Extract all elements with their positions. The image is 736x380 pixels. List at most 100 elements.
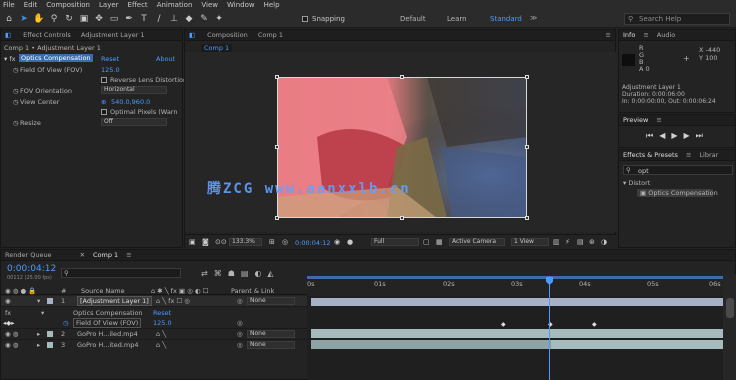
resolution-icon[interactable]: ◙ <box>202 238 209 246</box>
playhead-line[interactable] <box>549 276 550 380</box>
scrollbar-thumb[interactable] <box>726 298 734 318</box>
panel-menu-icon[interactable]: ≡ <box>602 31 615 39</box>
crosshair-icon[interactable]: ⊕ <box>101 98 106 106</box>
frame-blend-icon[interactable]: ▤ <box>241 269 255 278</box>
keyframe-nav-icon[interactable]: ◂◆▸ <box>3 319 15 327</box>
panel-menu-icon[interactable]: ≡ <box>122 251 135 259</box>
optimal-pixels-checkbox[interactable] <box>101 109 107 115</box>
puppet-tool-icon[interactable]: ✦ <box>213 13 225 25</box>
roi-icon[interactable]: ▢ <box>423 238 430 246</box>
grid-icon[interactable]: ⊞ <box>269 238 275 246</box>
resolution-dropdown[interactable]: Full <box>371 238 419 246</box>
edge-handle[interactable] <box>275 145 279 149</box>
corner-handle[interactable] <box>275 75 279 79</box>
info-tab[interactable]: Info <box>619 31 639 39</box>
timeline-timecode[interactable]: 0:00:04:12 <box>7 264 56 274</box>
parent-dropdown[interactable]: None <box>247 330 295 338</box>
shy-icon[interactable]: ☗ <box>228 269 241 278</box>
stopwatch-icon[interactable]: ◷ <box>13 119 19 127</box>
snapshot-icon[interactable]: ◉ <box>334 238 340 246</box>
param-view-center-value[interactable]: 540.0,960.0 <box>111 98 150 106</box>
close-icon[interactable]: ✕ <box>76 251 89 259</box>
comp-viewer[interactable]: 腾ZCG www.aanxxlb.cn <box>185 52 617 232</box>
video-track-2[interactable] <box>311 329 723 338</box>
comp1-timeline-tab[interactable]: Comp 1 <box>89 251 122 259</box>
lock-icon[interactable]: ◧ <box>185 31 199 39</box>
timeline-scrollbar[interactable] <box>723 274 736 380</box>
always-preview-icon[interactable]: ▣ <box>189 238 196 246</box>
roto-tool-icon[interactable]: ✎ <box>198 13 210 25</box>
play-icon[interactable]: ▶ <box>671 131 683 140</box>
preview-tab[interactable]: Preview <box>619 116 652 124</box>
clone-tool-icon[interactable]: ⊥ <box>168 13 180 25</box>
category-distort[interactable]: ▾ Distort <box>623 179 650 187</box>
parent-dropdown[interactable]: None <box>247 297 295 305</box>
video-track-3-tail[interactable] <box>551 340 723 349</box>
about-link[interactable]: About <box>156 55 175 63</box>
3d-glasses-icon[interactable]: ⊙⊙ <box>215 238 227 246</box>
menu-animation[interactable]: Animation <box>157 1 193 9</box>
layer-name[interactable]: GoPro H...iled.mp4 <box>77 330 138 338</box>
pan-behind-tool-icon[interactable]: ✥ <box>93 13 105 25</box>
stopwatch-icon[interactable]: ◷ <box>13 98 19 106</box>
color-channel-icon[interactable]: ● <box>347 238 353 246</box>
selection-tool-icon[interactable]: ➤ <box>18 13 30 25</box>
graph-editor-icon[interactable]: ◭ <box>267 269 279 278</box>
render-queue-tab[interactable]: Render Queue <box>1 251 56 259</box>
keyframe[interactable]: ◆ <box>501 321 506 328</box>
audio-tab[interactable]: Audio <box>653 31 679 39</box>
edge-handle[interactable] <box>400 216 404 220</box>
time-ruler[interactable]: 0s 01s 02s 03s 04s 05s 06s <box>307 274 723 296</box>
keyframe[interactable]: ◆ <box>592 321 597 328</box>
draft-3d-icon[interactable]: ⌘ <box>214 269 228 278</box>
effect-row[interactable]: fx ▾ Optics Compensation Reset <box>1 308 307 318</box>
property-name[interactable]: Field Of View (FOV) <box>73 318 142 328</box>
zoom-tool-icon[interactable]: ⚲ <box>48 13 60 25</box>
layer-row[interactable]: ◉ ◍ ▸ 3 GoPro H...ited.mp4 ⌂ ╲ ◎ None <box>1 339 307 350</box>
effect-item-optics[interactable]: ▣ Optics Compensation <box>637 189 718 197</box>
mask-icon[interactable]: ◎ <box>282 238 288 246</box>
libraries-tab[interactable]: Librar <box>695 151 722 159</box>
help-search-input[interactable]: ⚲ Search Help <box>624 13 730 25</box>
camera-dropdown[interactable]: Active Camera <box>449 238 505 246</box>
expand-icon[interactable]: ▾ <box>37 297 40 305</box>
corner-handle[interactable] <box>275 216 279 220</box>
flowchart-icon[interactable]: ⊛ <box>589 238 595 246</box>
video-track-3[interactable] <box>311 340 551 349</box>
type-tool-icon[interactable]: T <box>138 13 150 25</box>
expand-icon[interactable]: ▸ <box>37 330 40 338</box>
effect-reset-link[interactable]: Reset <box>153 309 171 317</box>
eye-icon[interactable]: ◉ ◍ <box>5 341 18 349</box>
comp-inner-tab[interactable]: Comp 1 <box>201 44 233 52</box>
corner-handle[interactable] <box>525 75 529 79</box>
workspace-learn[interactable]: Learn <box>447 15 467 23</box>
work-area-bar[interactable] <box>307 276 723 279</box>
hand-tool-icon[interactable]: ✋ <box>33 13 45 25</box>
camera-tool-icon[interactable]: ▣ <box>78 13 90 25</box>
rect-tool-icon[interactable]: ▭ <box>108 13 120 25</box>
layer-row[interactable]: ◉ ▾ 1 [Adjustment Layer 1] ⌂ ╲ fx ☐ ◎ ◎ … <box>1 296 307 307</box>
timeline-icon[interactable]: ▤ <box>577 238 584 246</box>
effects-search-input[interactable]: ⚲ opt <box>623 165 733 175</box>
adjustment-layer-track[interactable] <box>311 298 723 306</box>
effect-controls-tab[interactable]: Effect Controls Adjustment Layer 1 <box>15 31 152 39</box>
layer-name[interactable]: [Adjustment Layer 1] <box>77 296 152 306</box>
parent-pickwhip-icon[interactable]: ◎ <box>237 330 243 338</box>
composition-tab[interactable]: Composition Comp 1 <box>199 31 291 39</box>
corner-handle[interactable] <box>525 216 529 220</box>
panel-menu-icon[interactable]: ≡ <box>682 151 695 159</box>
eraser-tool-icon[interactable]: ◆ <box>183 13 195 25</box>
label-color-swatch[interactable] <box>47 298 53 304</box>
fov-orientation-dropdown[interactable]: Horizontal <box>101 86 167 94</box>
label-color-swatch[interactable] <box>47 342 53 348</box>
track-area[interactable]: ◆ ◆ ◆ <box>307 296 723 380</box>
menu-file[interactable]: File <box>3 1 15 9</box>
panel-menu-icon[interactable]: ≡ <box>652 116 665 124</box>
layer-name[interactable]: GoPro H...ited.mp4 <box>77 341 139 349</box>
property-value[interactable]: 125.0 <box>153 319 172 327</box>
motion-blur-icon[interactable]: ◐ <box>254 269 267 278</box>
zoom-dropdown[interactable]: 133.3% <box>229 238 262 246</box>
pen-tool-icon[interactable]: ✒ <box>123 13 135 25</box>
resize-dropdown[interactable]: Off <box>101 118 167 126</box>
home-icon[interactable]: ⌂ <box>3 13 15 25</box>
